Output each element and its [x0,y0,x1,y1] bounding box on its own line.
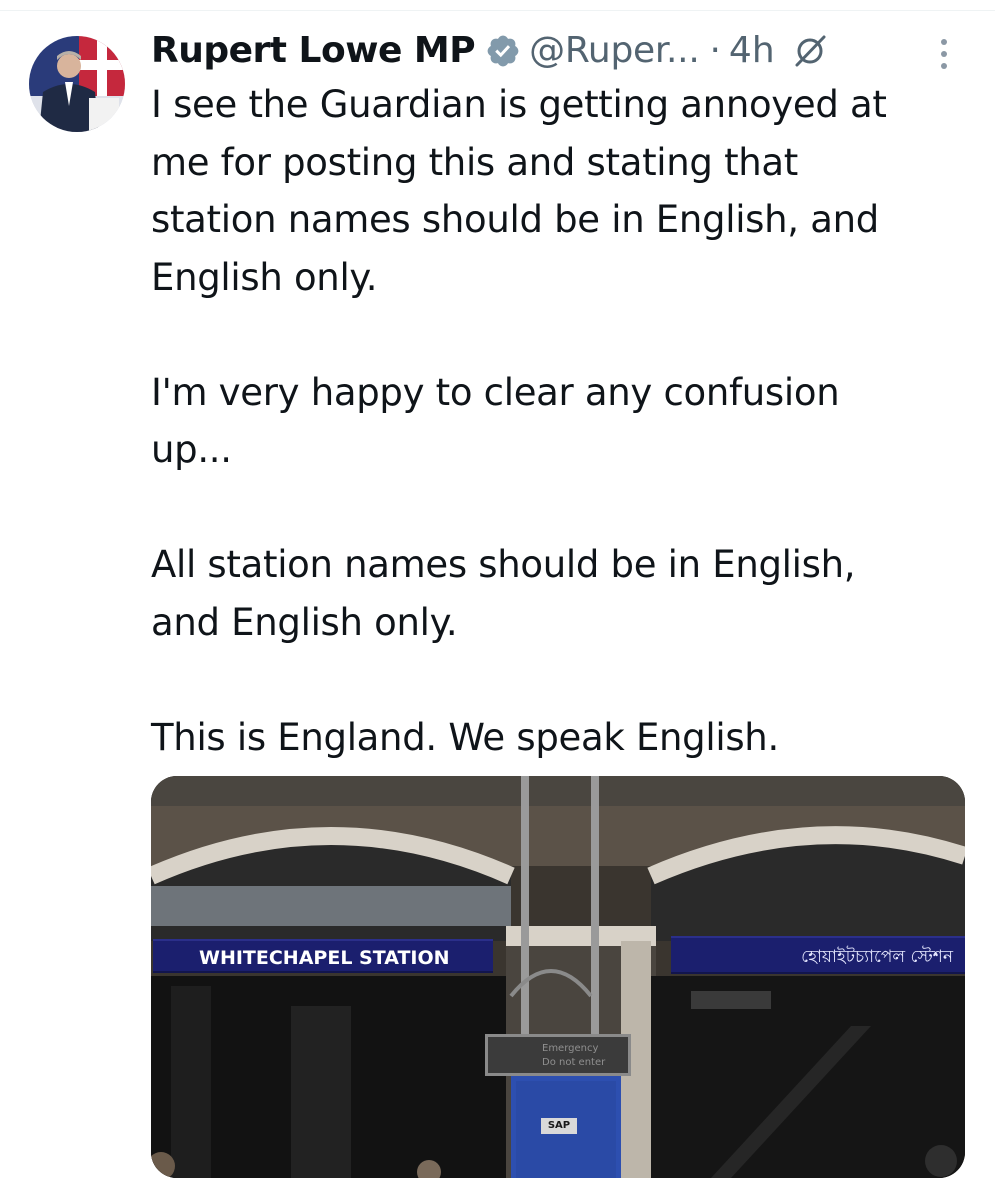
tweet-line: English only. [151,255,378,299]
emergency-sign: Emergency Do not enter [485,1034,631,1076]
tweet-line: I see the Guardian is getting annoyed at [151,83,887,126]
tweet-line: up... [151,428,232,471]
top-divider [0,10,995,11]
avatar[interactable] [29,36,125,132]
box-label: SAP [541,1118,577,1134]
verified-badge-icon[interactable] [485,33,521,69]
emergency-sign-line: Do not enter [542,1057,606,1068]
tweet-line: All station names should be in English, [151,543,856,586]
station-sign-bengali: হোয়াইটচ্যাপেল স্টেশন [671,936,965,974]
grok-icon[interactable] [793,34,827,68]
timestamp[interactable]: 4h [729,28,775,74]
station-sign-english: WHITECHAPEL STATION [153,939,493,973]
author-handle[interactable]: @Ruper... [529,28,700,74]
separator-dot: · [709,30,721,71]
author-name[interactable]: Rupert Lowe MP [151,28,476,74]
tweet-header: Rupert Lowe MP @Ruper... · 4h [151,28,827,74]
more-vertical-icon[interactable] [934,36,954,76]
tweet-media-photo[interactable]: WHITECHAPEL STATION হোয়াইটচ্যাপেল স্টেশ… [151,776,965,1178]
avatar-image [29,36,125,132]
tweet-line: I'm very happy to clear any confusion [151,370,840,414]
tweet-line: This is England. We speak English. [151,715,779,759]
tweet-line: me for posting this and stating that [151,140,799,184]
tweet-line: and English only. [151,600,458,644]
tweet-text: I see the Guardian is getting annoyed at… [151,76,971,766]
tweet-line: station names should be in English, and [151,198,879,241]
emergency-sign-line: Emergency [542,1043,599,1054]
